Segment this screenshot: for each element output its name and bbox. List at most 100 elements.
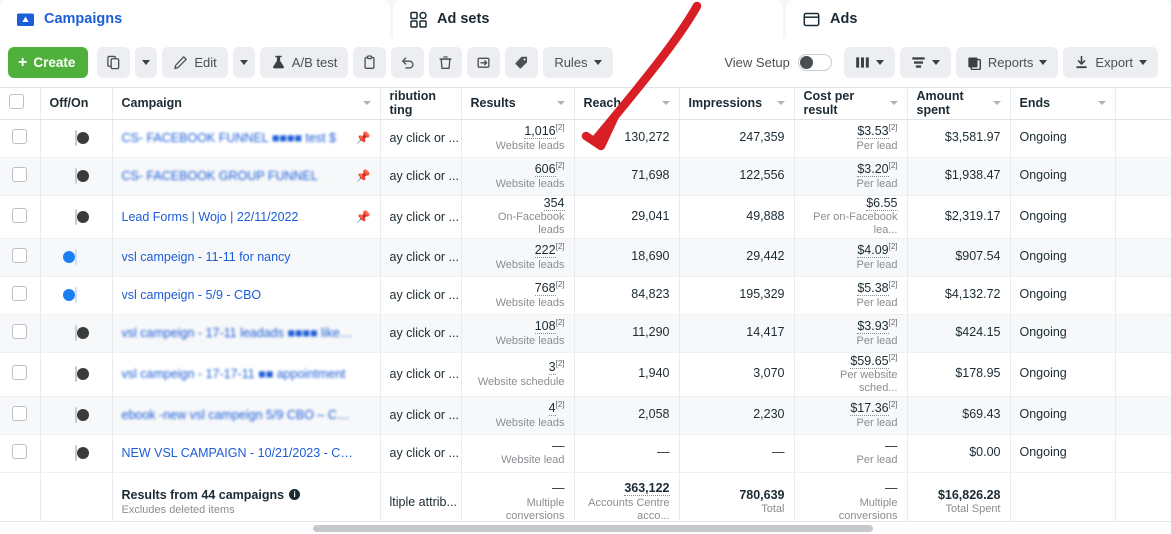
pin-icon[interactable]: 📌 bbox=[356, 169, 371, 183]
row-overflow-cell[interactable] bbox=[1115, 434, 1171, 473]
table-row[interactable]: vsl campeign - 17-17-11 ■■ appointment ay… bbox=[0, 352, 1171, 397]
header-reach[interactable]: Reach bbox=[574, 88, 680, 120]
row-checkbox[interactable] bbox=[12, 167, 28, 182]
campaign-status-toggle[interactable] bbox=[75, 130, 89, 146]
cost-per-result-value: — bbox=[885, 438, 898, 453]
reach-cell: 2,058 bbox=[574, 396, 680, 435]
row-overflow-cell[interactable] bbox=[1115, 119, 1171, 158]
footnote-marker: [2] bbox=[555, 123, 565, 133]
header-attribution-setting[interactable]: ribution ting bbox=[380, 88, 462, 120]
impressions-value: 247,359 bbox=[739, 130, 785, 145]
summary-spent-label: Total Spent bbox=[945, 503, 1001, 516]
row-overflow-cell[interactable] bbox=[1115, 195, 1171, 239]
row-checkbox[interactable] bbox=[12, 207, 28, 223]
campaign-name-link[interactable]: vsl campeign - 11-11 for nancy bbox=[122, 250, 291, 264]
table-row[interactable]: Lead Forms | Wojo | 22/11/2022 📌 ay click … bbox=[0, 195, 1171, 239]
header-overflow[interactable] bbox=[1115, 88, 1171, 120]
campaign-status-toggle[interactable] bbox=[75, 168, 89, 184]
campaign-status-toggle[interactable] bbox=[63, 249, 77, 265]
row-checkbox[interactable] bbox=[12, 365, 28, 381]
table-row[interactable]: CS- FACEBOOK FUNNEL ■■■■ test $ 📌 ay click… bbox=[0, 119, 1171, 158]
view-setup-switch[interactable] bbox=[797, 54, 832, 71]
toggle-knob bbox=[63, 289, 75, 301]
reach-cell: 1,940 bbox=[574, 352, 680, 397]
campaign-name-link[interactable]: ebook -new vsl campeign 5/9 CBO – Copy bbox=[122, 408, 354, 422]
download-icon bbox=[1074, 55, 1089, 70]
undo-button[interactable] bbox=[391, 47, 425, 78]
summary-results-value: — bbox=[552, 480, 565, 495]
header-amount-spent[interactable]: Amount spent bbox=[907, 88, 1011, 120]
pin-icon[interactable]: 📌 bbox=[356, 131, 371, 145]
chevron-down-icon bbox=[556, 101, 565, 106]
campaign-status-toggle[interactable] bbox=[75, 407, 89, 424]
row-checkbox[interactable] bbox=[12, 248, 28, 263]
row-overflow-cell[interactable] bbox=[1115, 238, 1171, 277]
duplicate-button[interactable] bbox=[97, 47, 131, 78]
campaign-status-toggle[interactable] bbox=[63, 287, 77, 303]
pin-icon[interactable]: 📌 bbox=[356, 210, 371, 224]
row-overflow-cell[interactable] bbox=[1115, 352, 1171, 397]
campaign-name-link[interactable]: NEW VSL CAMPAIGN - 10/21/2023 - CBO – C.… bbox=[122, 446, 354, 460]
results-label: Website leads bbox=[495, 177, 565, 190]
reports-button[interactable]: Reports bbox=[955, 47, 1059, 78]
tag-button[interactable] bbox=[505, 47, 539, 78]
cost-per-result-cell: — Per lead bbox=[794, 434, 908, 473]
cost-per-result-label: Per lead bbox=[856, 177, 898, 190]
scrollbar-thumb[interactable] bbox=[313, 525, 873, 532]
campaign-status-toggle[interactable] bbox=[75, 366, 89, 383]
table-row[interactable]: vsl campeign - 5/9 - CBO ay click or ... 7… bbox=[0, 276, 1171, 315]
campaign-name-link[interactable]: vsl campeign - 17-17-11 ■■ appointment bbox=[122, 367, 346, 381]
row-checkbox[interactable] bbox=[12, 129, 28, 144]
header-ends[interactable]: Ends bbox=[1010, 88, 1116, 120]
row-overflow-cell[interactable] bbox=[1115, 396, 1171, 435]
amount-spent-cell: $0.00 bbox=[907, 434, 1011, 473]
tab-ads[interactable]: Ads bbox=[786, 0, 1171, 38]
row-overflow-cell[interactable] bbox=[1115, 157, 1171, 196]
cost-per-result-label: Per website sched... bbox=[840, 369, 898, 395]
table-row[interactable]: CS- FACEBOOK GROUP FUNNEL 📌 ay click or ..… bbox=[0, 157, 1171, 196]
campaign-name-link[interactable]: vsl campeign - 5/9 - CBO bbox=[122, 288, 262, 302]
delete-button[interactable] bbox=[429, 47, 463, 78]
columns-button[interactable] bbox=[843, 47, 895, 78]
ab-test-button[interactable]: A/B test bbox=[259, 47, 349, 78]
impressions-value: — bbox=[772, 445, 785, 460]
row-checkbox[interactable] bbox=[12, 444, 28, 460]
campaigns-table-container[interactable]: Off/On Campaign ribution ting Results Rea… bbox=[0, 88, 1171, 534]
campaign-status-toggle[interactable] bbox=[75, 445, 89, 462]
breakdown-button[interactable] bbox=[899, 47, 951, 78]
campaign-name-link[interactable]: vsl campeign - 17-11 leadads ■■■■ like .… bbox=[122, 326, 354, 340]
table-row[interactable]: vsl campeign - 17-11 leadads ■■■■ like .… bbox=[0, 314, 1171, 353]
row-overflow-cell[interactable] bbox=[1115, 314, 1171, 353]
campaign-status-toggle[interactable] bbox=[75, 208, 89, 225]
create-button[interactable]: + Create bbox=[8, 47, 89, 78]
row-checkbox[interactable] bbox=[12, 324, 28, 339]
select-all-checkbox[interactable] bbox=[9, 94, 24, 110]
rules-button[interactable]: Rules bbox=[543, 47, 613, 78]
row-checkbox[interactable] bbox=[12, 406, 28, 422]
campaign-name-link[interactable]: CS- FACEBOOK FUNNEL ■■■■ test $ bbox=[122, 131, 337, 145]
export-row-button[interactable] bbox=[467, 47, 501, 78]
info-icon[interactable]: i bbox=[289, 489, 301, 501]
table-row[interactable]: vsl campeign - 11-11 for nancy ay click o… bbox=[0, 238, 1171, 277]
header-results[interactable]: Results bbox=[461, 88, 575, 120]
campaign-name-link[interactable]: Lead Forms | Wojo | 22/11/2022 bbox=[122, 210, 299, 224]
row-checkbox[interactable] bbox=[12, 286, 28, 301]
row-overflow-cell[interactable] bbox=[1115, 276, 1171, 315]
header-campaign[interactable]: Campaign bbox=[112, 88, 381, 120]
edit-button[interactable]: Edit bbox=[162, 47, 228, 78]
tab-campaigns[interactable]: Campaigns bbox=[0, 0, 390, 38]
header-cost-per-result[interactable]: Cost per result bbox=[794, 88, 908, 120]
table-row[interactable]: ebook -new vsl campeign 5/9 CBO – Copy ay… bbox=[0, 396, 1171, 435]
tab-adsets[interactable]: Ad sets bbox=[393, 0, 783, 38]
cost-per-result-cell: $4.09[2] Per lead bbox=[794, 238, 908, 277]
copy-button[interactable] bbox=[353, 47, 387, 78]
duplicate-dropdown-button[interactable] bbox=[135, 47, 158, 78]
header-impressions[interactable]: Impressions bbox=[679, 88, 795, 120]
table-row[interactable]: NEW VSL CAMPAIGN - 10/21/2023 - CBO – C.… bbox=[0, 434, 1171, 473]
campaign-status-toggle[interactable] bbox=[75, 325, 89, 341]
edit-dropdown-button[interactable] bbox=[232, 47, 255, 78]
export-button[interactable]: Export bbox=[1063, 47, 1158, 78]
horizontal-scrollbar[interactable] bbox=[0, 521, 1171, 534]
campaign-name-link[interactable]: CS- FACEBOOK GROUP FUNNEL bbox=[122, 169, 318, 183]
view-setup-toggle[interactable]: View Setup bbox=[724, 54, 832, 71]
